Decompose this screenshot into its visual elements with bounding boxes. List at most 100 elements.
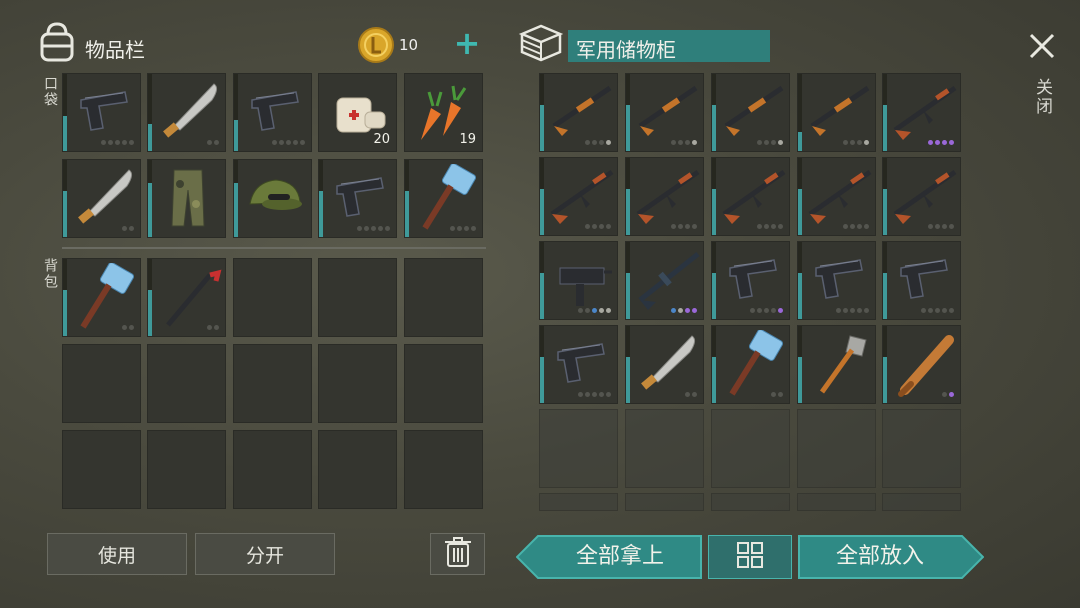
storage-empty-slot[interactable] [797,409,876,488]
quality-dot [864,140,869,145]
backpack-empty-slot[interactable] [233,430,312,509]
backpack-empty-slot[interactable] [147,344,226,423]
quality-dot [692,392,697,397]
quality-dot [385,226,390,231]
pistol-icon [718,246,788,316]
quality-dot [692,224,697,229]
quality-dot [293,140,298,145]
quality-dot [942,308,947,313]
storage-empty-slot[interactable] [711,409,790,488]
take-all-button[interactable]: 全部拿上 [516,535,702,579]
use-button[interactable]: 使用 [47,533,187,575]
backpack-empty-slot[interactable] [62,430,141,509]
backpack-empty-slot[interactable] [404,430,483,509]
quality-dots [836,308,869,313]
quality-dots [843,224,869,229]
storage-slot[interactable] [625,73,704,152]
backpack-empty-slot[interactable] [404,344,483,423]
backpack-empty-slot[interactable] [318,258,397,337]
backpack-empty-slot[interactable] [233,258,312,337]
storage-empty-slot[interactable] [625,493,704,511]
durability-bar [798,189,802,235]
storage-slot[interactable] [539,325,618,404]
close-label: 关闭 [1032,78,1052,116]
split-button[interactable]: 分开 [195,533,335,575]
storage-empty-slot[interactable] [539,493,618,511]
backpack-empty-slot[interactable] [233,344,312,423]
quality-dot [599,308,604,313]
quality-dot [129,226,134,231]
storage-slot[interactable] [882,157,961,236]
pocket-slot[interactable]: 20 [318,73,397,152]
quality-dots [921,308,954,313]
quality-dot [771,140,776,145]
backpack-empty-slot[interactable] [62,344,141,423]
backpack-slot[interactable] [62,258,141,337]
durability-bar [798,273,802,319]
storage-slot[interactable] [539,73,618,152]
quality-dot [592,140,597,145]
storage-slot[interactable] [797,241,876,320]
storage-slot[interactable] [625,325,704,404]
storage-slot[interactable] [711,325,790,404]
storage-empty-slot[interactable] [625,409,704,488]
storage-slot[interactable] [882,325,961,404]
quality-dot [836,308,841,313]
put-all-button[interactable]: 全部放入 [798,535,984,579]
quality-dot [942,224,947,229]
storage-slot[interactable] [711,73,790,152]
pocket-slot[interactable] [233,73,312,152]
storage-slot[interactable] [539,157,618,236]
durability-bar [63,290,67,336]
trash-button[interactable] [430,533,485,575]
pocket-slot[interactable] [147,73,226,152]
storage-slot[interactable] [625,157,704,236]
quality-dot [757,308,762,313]
storage-slot[interactable] [711,241,790,320]
quality-dot [457,226,462,231]
backpack-slot[interactable] [147,258,226,337]
storage-slot[interactable] [882,73,961,152]
storage-slot[interactable] [882,241,961,320]
quality-dots [757,224,783,229]
storage-empty-slot[interactable] [882,493,961,511]
durability-bar [63,191,67,237]
durability-bar [883,189,887,235]
pocket-slot[interactable] [147,159,226,238]
close-button[interactable]: 关闭 [1022,28,1062,128]
storage-empty-slot[interactable] [797,493,876,511]
quality-dot [764,224,769,229]
backpack-empty-slot[interactable] [318,344,397,423]
pocket-slot[interactable]: 19 [404,73,483,152]
sort-button[interactable] [708,535,792,579]
storage-slot[interactable] [797,157,876,236]
quality-dot [599,224,604,229]
backpack-empty-slot[interactable] [147,430,226,509]
backpack-empty-slot[interactable] [318,430,397,509]
pocket-slot[interactable] [404,159,483,238]
storage-slot[interactable] [797,325,876,404]
pocket-slot[interactable] [233,159,312,238]
quality-dot [771,392,776,397]
pocket-label: 口袋 [42,76,58,108]
put-all-label: 全部放入 [835,544,924,569]
add-coins-button[interactable]: + [450,26,484,62]
backpack-empty-slot[interactable] [404,258,483,337]
storage-empty-slot[interactable] [711,493,790,511]
storage-title: 军用储物柜 [576,38,676,62]
ak-rifle-icon [889,78,959,148]
quality-dot [592,308,597,313]
storage-slot[interactable] [711,157,790,236]
storage-empty-slot[interactable] [882,409,961,488]
machete-icon [632,330,702,400]
quality-dot [207,140,212,145]
storage-slot[interactable] [625,241,704,320]
pocket-slot[interactable] [318,159,397,238]
storage-empty-slot[interactable] [539,409,618,488]
storage-slot[interactable] [797,73,876,152]
pocket-slot[interactable] [62,159,141,238]
quality-dot [928,140,933,145]
storage-slot[interactable] [539,241,618,320]
pocket-slot[interactable] [62,73,141,152]
quality-dot [592,392,597,397]
